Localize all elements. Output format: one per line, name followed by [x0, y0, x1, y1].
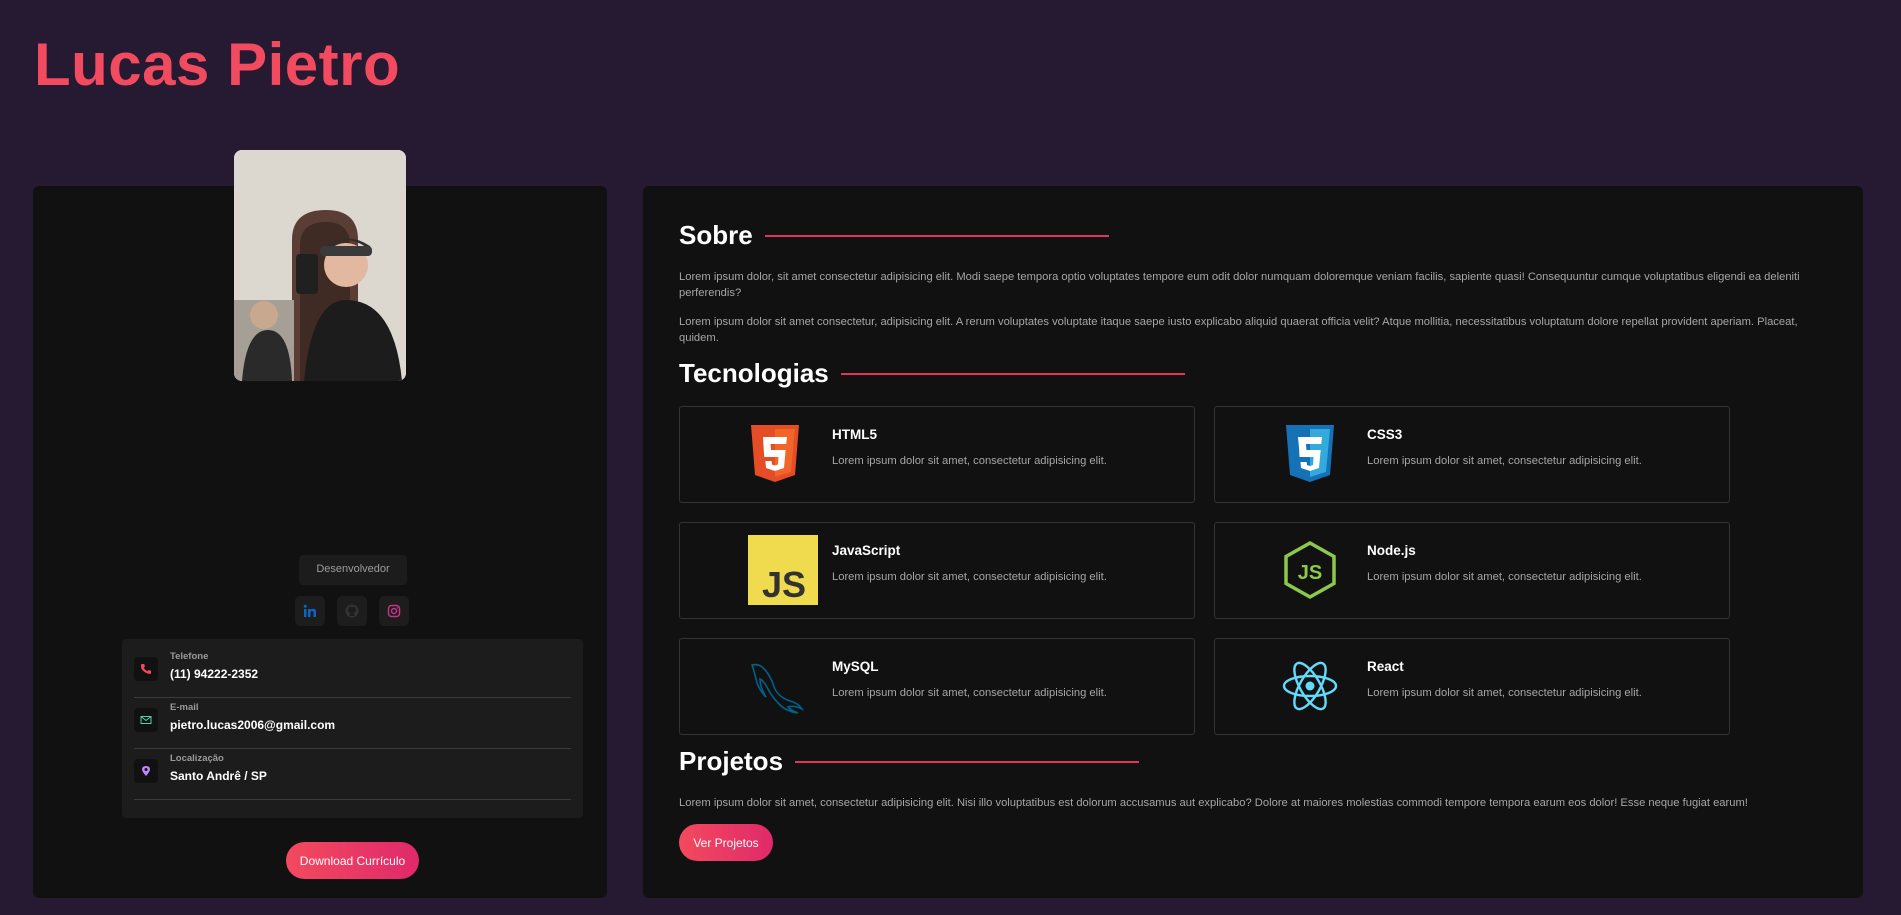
- tech-description: Lorem ipsum dolor sit amet, consectetur …: [1367, 687, 1642, 699]
- projects-heading: Projetos: [679, 746, 784, 776]
- section-divider: [840, 372, 1185, 375]
- contact-phone: Telefone (11) 94222-2352: [134, 647, 571, 698]
- tech-name: MySQL: [832, 659, 879, 674]
- about-section-title: Sobre: [679, 220, 1109, 251]
- about-paragraph: Lorem ipsum dolor sit amet consectetur, …: [679, 316, 1798, 344]
- mail-icon: [134, 708, 158, 732]
- tech-description: Lorem ipsum dolor sit amet, consectetur …: [1367, 455, 1642, 467]
- section-divider: [764, 234, 1109, 237]
- instagram-icon: [387, 604, 401, 618]
- profile-photo: [234, 150, 406, 381]
- about-heading: Sobre: [679, 220, 753, 250]
- phone-value[interactable]: (11) 94222-2352: [170, 667, 258, 681]
- svg-text:JS: JS: [762, 564, 806, 605]
- tech-name: Node.js: [1367, 543, 1416, 558]
- tech-name: React: [1367, 659, 1404, 674]
- site-title: Lucas Pietro: [34, 31, 401, 98]
- phone-icon: [134, 657, 158, 681]
- tech-card-javascript: JS JavaScript Lorem ipsum dolor sit amet…: [679, 522, 1195, 619]
- contact-label: Telefone: [170, 651, 209, 662]
- tech-name: JavaScript: [832, 543, 901, 558]
- linkedin-button[interactable]: [295, 596, 325, 626]
- css3-icon: [1281, 425, 1339, 483]
- html5-icon: [746, 425, 804, 483]
- github-button[interactable]: [337, 596, 367, 626]
- svg-text:JS: JS: [1298, 562, 1322, 584]
- projects-section-title: Projetos: [679, 746, 1140, 777]
- location-value: Santo Andrê / SP: [170, 769, 267, 783]
- contact-label: Localização: [170, 753, 224, 764]
- about-paragraph: Lorem ipsum dolor, sit amet consectetur …: [679, 271, 1800, 299]
- projects-paragraph: Lorem ipsum dolor sit amet, consectetur …: [679, 797, 1748, 809]
- tech-card-nodejs: JS Node.js Lorem ipsum dolor sit amet, c…: [1214, 522, 1730, 619]
- view-projects-button[interactable]: Ver Projetos: [679, 824, 773, 861]
- tech-section-title: Tecnologias: [679, 358, 1185, 389]
- javascript-icon: JS: [748, 535, 818, 605]
- tech-name: CSS3: [1367, 427, 1403, 442]
- content-card: Sobre Lorem ipsum dolor, sit amet consec…: [643, 186, 1863, 898]
- tech-description: Lorem ipsum dolor sit amet, consectetur …: [832, 455, 1107, 467]
- location-icon: [134, 759, 158, 783]
- role-badge: Desenvolvedor: [299, 555, 407, 585]
- github-icon: [345, 604, 359, 618]
- contact-email: E-mail pietro.lucas2006@gmail.com: [134, 698, 571, 749]
- contact-label: E-mail: [170, 702, 199, 713]
- tech-card-html5: HTML5 Lorem ipsum dolor sit amet, consec…: [679, 406, 1195, 503]
- tech-description: Lorem ipsum dolor sit amet, consectetur …: [832, 687, 1107, 699]
- mysql-icon: [746, 657, 804, 715]
- email-value[interactable]: pietro.lucas2006@gmail.com: [170, 718, 335, 732]
- instagram-button[interactable]: [379, 596, 409, 626]
- tech-description: Lorem ipsum dolor sit amet, consectetur …: [832, 571, 1107, 583]
- contact-location: Localização Santo Andrê / SP: [134, 749, 571, 800]
- tech-heading: Tecnologias: [679, 358, 829, 388]
- nodejs-icon: JS: [1281, 541, 1339, 599]
- tech-description: Lorem ipsum dolor sit amet, consectetur …: [1367, 571, 1642, 583]
- tech-name: HTML5: [832, 427, 877, 442]
- tech-card-mysql: MySQL Lorem ipsum dolor sit amet, consec…: [679, 638, 1195, 735]
- tech-card-css3: CSS3 Lorem ipsum dolor sit amet, consect…: [1214, 406, 1730, 503]
- download-cv-button[interactable]: Download Currículo: [286, 842, 419, 879]
- react-icon: [1281, 657, 1339, 715]
- contact-list: Telefone (11) 94222-2352 E-mail pietro.l…: [122, 639, 583, 818]
- social-links: [295, 596, 409, 626]
- tech-card-react: React Lorem ipsum dolor sit amet, consec…: [1214, 638, 1730, 735]
- linkedin-icon: [303, 604, 316, 617]
- section-divider: [795, 760, 1140, 763]
